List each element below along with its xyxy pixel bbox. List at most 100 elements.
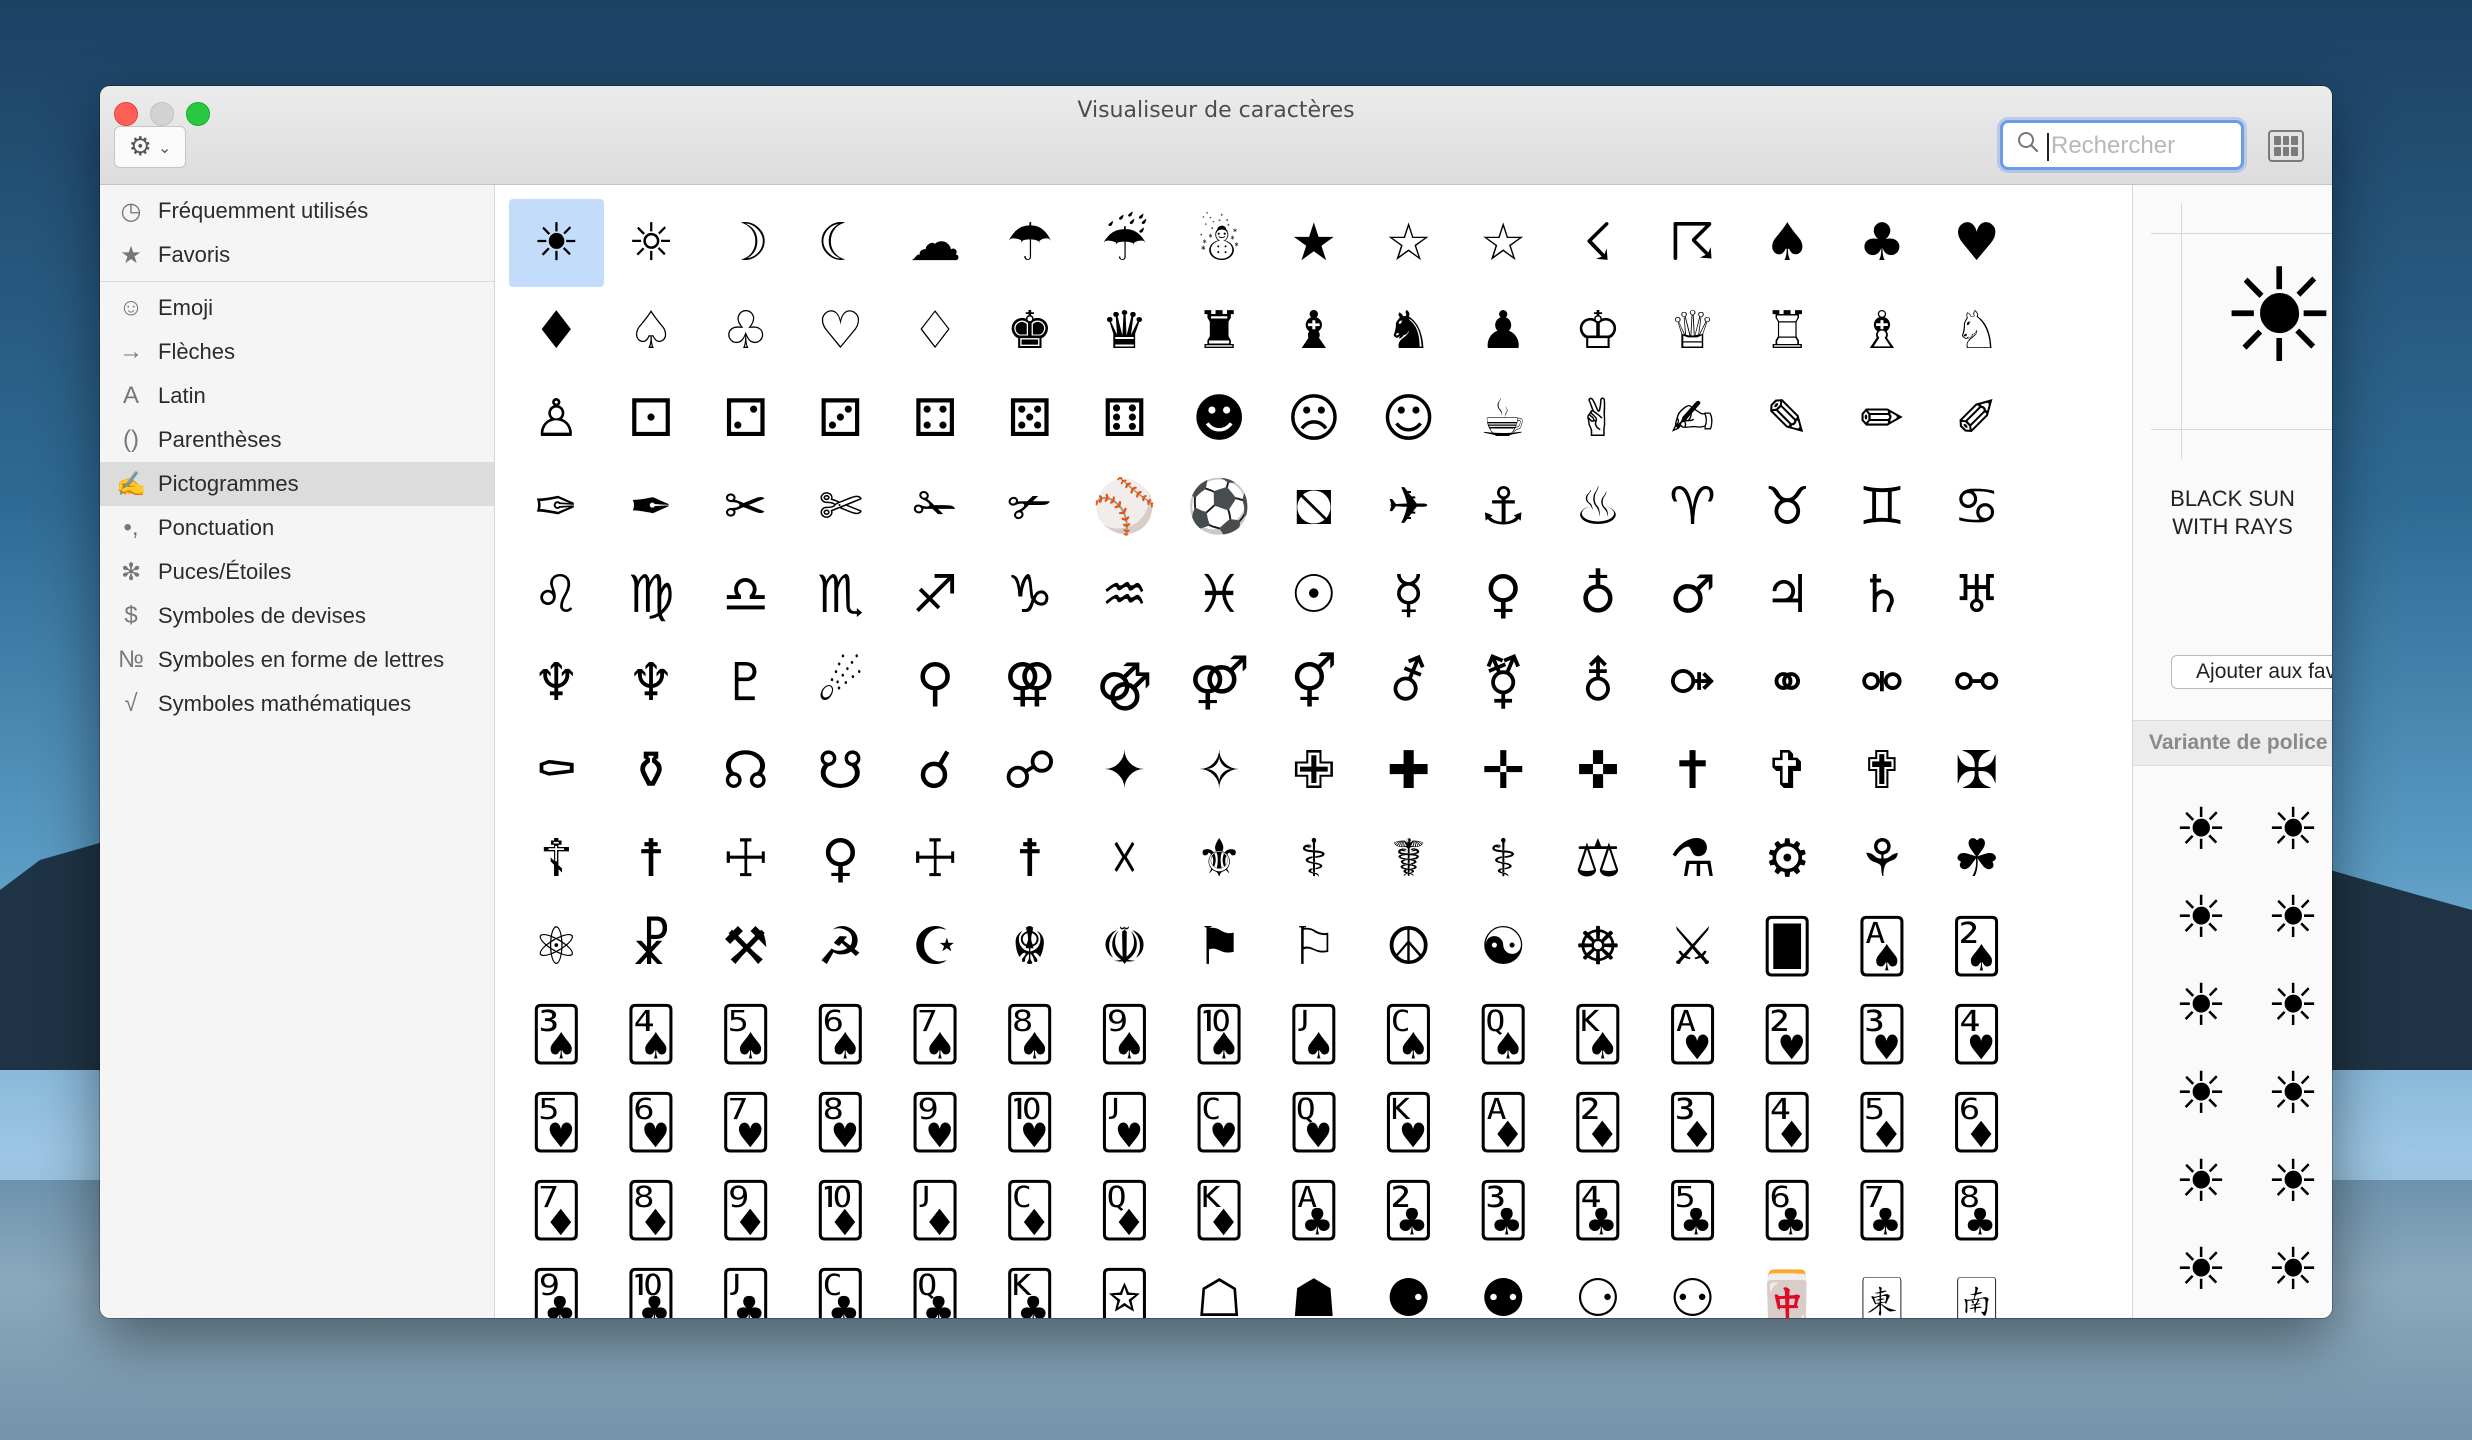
character-cell[interactable]: ☦: [509, 815, 604, 903]
character-cell[interactable]: 🂥: [698, 991, 793, 1079]
character-cell[interactable]: ⚁: [698, 375, 793, 463]
character-cell[interactable]: 🂤: [604, 991, 699, 1079]
character-cell[interactable]: ⚣: [1077, 639, 1172, 727]
font-variant-cell[interactable]: ☀: [2155, 1313, 2247, 1318]
character-cell[interactable]: 🂹: [888, 1079, 983, 1167]
character-cell[interactable]: ☫: [1077, 903, 1172, 991]
character-cell[interactable]: ♃: [1740, 551, 1835, 639]
character-cell[interactable]: ☨: [982, 815, 1077, 903]
action-menu-button[interactable]: ⚙ ⌄: [114, 126, 186, 168]
font-variant-cell[interactable]: ☀: [2247, 1225, 2332, 1313]
character-cell[interactable]: ☯: [1456, 903, 1551, 991]
character-cell[interactable]: 🂾: [1361, 1079, 1456, 1167]
character-cell[interactable]: ☇: [1551, 199, 1646, 287]
character-cell[interactable]: ♔: [1551, 287, 1646, 375]
font-variant-cell[interactable]: ☀: [2155, 873, 2247, 961]
character-cell[interactable]: ⚛: [509, 903, 604, 991]
character-cell[interactable]: ⚇: [1645, 1255, 1740, 1318]
character-cell[interactable]: ☀: [509, 199, 604, 287]
character-cell[interactable]: 🃙: [509, 1255, 604, 1318]
font-variant-cell[interactable]: ☀: [2155, 1049, 2247, 1137]
character-cell[interactable]: 🂠: [1740, 903, 1835, 991]
character-cell[interactable]: ☸: [1551, 903, 1646, 991]
character-cell[interactable]: ♕: [1645, 287, 1740, 375]
character-cell[interactable]: ✛: [1456, 727, 1551, 815]
character-cell[interactable]: ✁: [888, 463, 983, 551]
character-cell[interactable]: ♗: [1835, 287, 1930, 375]
character-cell[interactable]: ♊: [1835, 463, 1930, 551]
character-cell[interactable]: ⚉: [1456, 1255, 1551, 1318]
character-cell[interactable]: ⚦: [1361, 639, 1456, 727]
character-cell[interactable]: ⚂: [793, 375, 888, 463]
character-cell[interactable]: ☻: [1172, 375, 1267, 463]
character-cell[interactable]: ♉: [1740, 463, 1835, 551]
character-cell[interactable]: 🂼: [1172, 1079, 1267, 1167]
character-cell[interactable]: ✦: [1077, 727, 1172, 815]
character-cell[interactable]: ★: [1267, 199, 1362, 287]
character-cell[interactable]: ⚖: [1551, 815, 1646, 903]
character-cell[interactable]: ☋: [793, 727, 888, 815]
character-cell[interactable]: ✒: [604, 463, 699, 551]
character-cell[interactable]: ⚩: [1645, 639, 1740, 727]
character-cell[interactable]: ☆: [1456, 199, 1551, 287]
sidebar-item-math[interactable]: √ Symboles mathématiques: [100, 682, 494, 726]
character-cell[interactable]: 🂳: [1835, 991, 1930, 1079]
character-cell[interactable]: 🂱: [1645, 991, 1740, 1079]
sidebar-item-latin[interactable]: A Latin: [100, 374, 494, 418]
character-cell[interactable]: ⚕: [1456, 815, 1551, 903]
sidebar-item-currency[interactable]: $ Symboles de devises: [100, 594, 494, 638]
character-cell[interactable]: 🃄: [1740, 1079, 1835, 1167]
font-variant-cell[interactable]: ☀: [2247, 785, 2332, 873]
character-cell[interactable]: ⚜: [1172, 815, 1267, 903]
character-cell[interactable]: 🀁: [1929, 1255, 2024, 1318]
character-cell[interactable]: ✙: [1267, 727, 1362, 815]
font-variant-cell[interactable]: ☀: [2247, 1049, 2332, 1137]
character-cell[interactable]: 🀄: [1740, 1255, 1835, 1318]
character-cell[interactable]: 🃑: [1267, 1167, 1362, 1255]
character-cell[interactable]: ♘: [1929, 287, 2024, 375]
character-cell[interactable]: ♌: [509, 551, 604, 639]
character-cell[interactable]: 🃃: [1645, 1079, 1740, 1167]
character-cell[interactable]: 🂶: [604, 1079, 699, 1167]
font-variant-cell[interactable]: ☀: [2247, 873, 2332, 961]
character-cell[interactable]: ☓: [1077, 815, 1172, 903]
character-cell[interactable]: ♈: [1645, 463, 1740, 551]
character-cell[interactable]: ⚲: [888, 639, 983, 727]
character-cell[interactable]: ☩: [698, 815, 793, 903]
character-cell[interactable]: ☊: [698, 727, 793, 815]
character-cell[interactable]: ♜: [1172, 287, 1267, 375]
character-cell[interactable]: 🂨: [982, 991, 1077, 1079]
keyboard-viewer-button[interactable]: [2268, 130, 2304, 162]
character-cell[interactable]: 🂻: [1077, 1079, 1172, 1167]
character-cell[interactable]: ♡: [793, 287, 888, 375]
character-cell[interactable]: 🃕: [1645, 1167, 1740, 1255]
character-cell[interactable]: ♋: [1929, 463, 2024, 551]
character-cell[interactable]: ♇: [698, 639, 793, 727]
character-cell[interactable]: ☔: [1077, 199, 1172, 287]
character-cell[interactable]: ⚈: [1361, 1255, 1456, 1318]
character-cell[interactable]: ✈: [1361, 463, 1456, 551]
character-cell[interactable]: 🃝: [888, 1255, 983, 1318]
character-cell[interactable]: 🂡: [1835, 903, 1930, 991]
character-cell[interactable]: ✑: [509, 463, 604, 551]
character-cell[interactable]: ☹: [1267, 375, 1362, 463]
character-cell[interactable]: 🃟: [1077, 1255, 1172, 1318]
character-cell[interactable]: 🃂: [1551, 1079, 1646, 1167]
character-cell[interactable]: 🃊: [793, 1167, 888, 1255]
character-cell[interactable]: ⚄: [982, 375, 1077, 463]
character-cell[interactable]: 🂣: [509, 991, 604, 1079]
character-cell[interactable]: 🃜: [793, 1255, 888, 1318]
character-cell[interactable]: ☖: [1172, 1255, 1267, 1318]
character-cell[interactable]: 🃞: [982, 1255, 1077, 1318]
character-cell[interactable]: ✞: [1740, 727, 1835, 815]
character-cell[interactable]: ✠: [1929, 727, 2024, 815]
character-cell[interactable]: ♚: [982, 287, 1077, 375]
character-cell[interactable]: 🂺: [982, 1079, 1077, 1167]
character-cell[interactable]: ♑: [982, 551, 1077, 639]
character-cell[interactable]: ⚗: [1645, 815, 1740, 903]
character-cell[interactable]: ♁: [1551, 551, 1646, 639]
character-cell[interactable]: ☤: [1361, 815, 1456, 903]
character-cell[interactable]: 🂦: [793, 991, 888, 1079]
character-cell[interactable]: ✃: [982, 463, 1077, 551]
character-cell[interactable]: ♍: [604, 551, 699, 639]
